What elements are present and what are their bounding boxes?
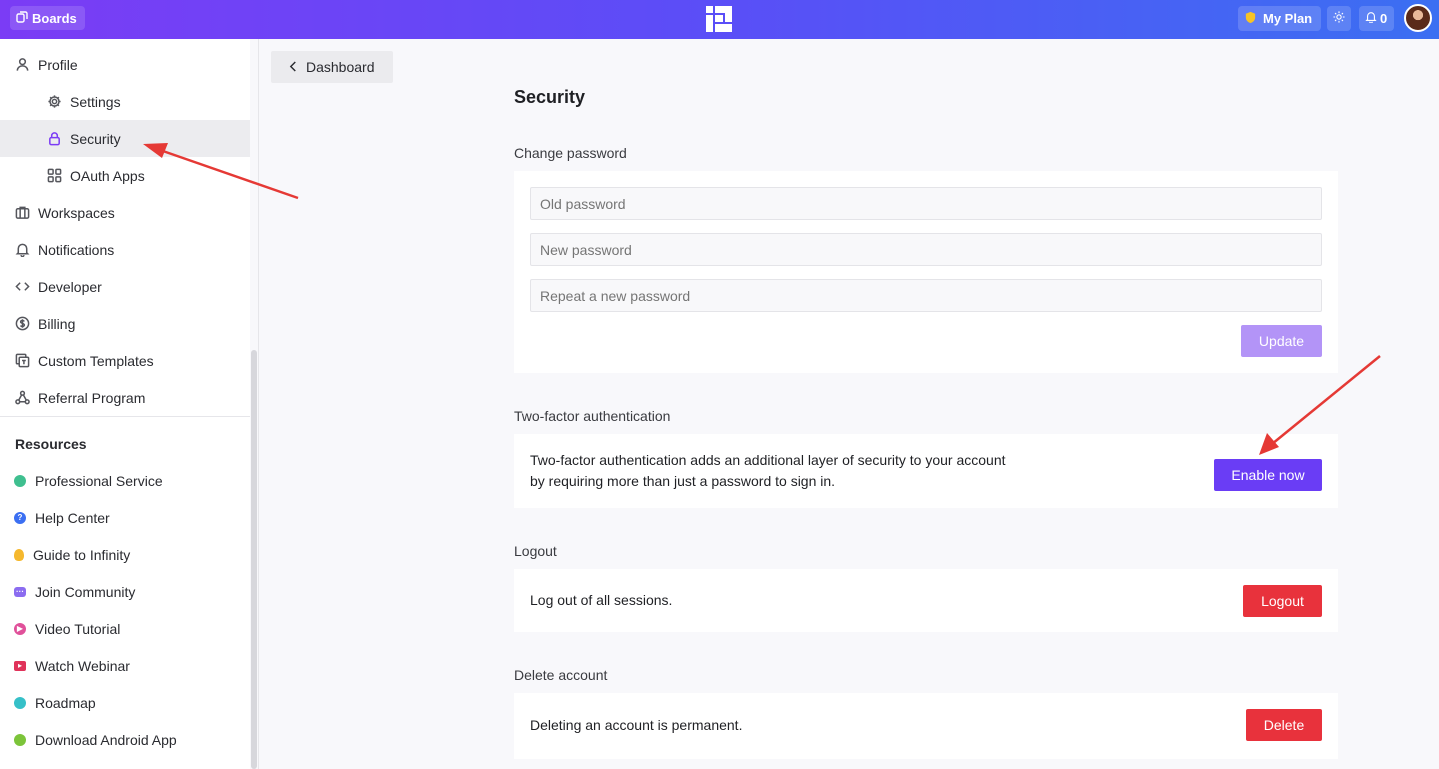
sidebar-item-referral-program[interactable]: Referral Program <box>0 379 250 416</box>
resource-label: Join Community <box>35 583 136 600</box>
bell-icon <box>14 242 30 258</box>
resource-watch-webinar[interactable]: ▸ Watch Webinar <box>14 647 130 684</box>
sidebar-item-label: Security <box>70 130 121 147</box>
repeat-password-input[interactable] <box>530 279 1322 312</box>
sidebar-item-settings[interactable]: Settings <box>0 83 250 120</box>
boards-label: Boards <box>32 10 77 26</box>
community-chat-icon: ··· <box>14 586 26 597</box>
user-avatar[interactable] <box>1404 4 1432 32</box>
my-plan-button[interactable]: My Plan <box>1238 6 1322 31</box>
sidebar-item-security[interactable]: Security <box>0 120 250 157</box>
webinar-icon: ▸ <box>14 660 26 671</box>
sidebar-item-label: Settings <box>70 93 121 110</box>
logout-description: Log out of all sessions. <box>530 592 673 608</box>
logout-label: Logout <box>514 543 557 559</box>
boards-button[interactable]: Boards <box>10 6 85 30</box>
delete-account-card: Deleting an account is permanent. Delete <box>514 693 1338 759</box>
delete-account-button[interactable]: Delete <box>1246 709 1322 741</box>
theme-toggle-button[interactable] <box>1327 6 1351 31</box>
resource-label: Video Tutorial <box>35 620 121 637</box>
notifications-button[interactable]: 0 <box>1359 6 1395 31</box>
sidebar-item-billing[interactable]: Billing <box>0 305 250 342</box>
page-title: Security <box>514 87 586 107</box>
back-button-label: Dashboard <box>306 59 375 75</box>
two-factor-line-1: Two-factor authentication adds an additi… <box>530 452 1006 468</box>
app-logo-icon[interactable] <box>705 5 733 33</box>
sidebar-divider <box>0 416 250 417</box>
update-button[interactable]: Update <box>1241 325 1322 357</box>
sidebar-item-developer[interactable]: Developer <box>0 268 250 305</box>
logout-card: Log out of all sessions. Logout <box>514 569 1338 632</box>
sidebar-item-label: Billing <box>38 315 76 332</box>
notification-count: 0 <box>1380 11 1388 26</box>
sidebar-item-workspaces[interactable]: Workspaces <box>0 194 250 231</box>
change-password-card: Update <box>514 171 1338 373</box>
resource-label: Download Android App <box>35 731 177 748</box>
back-to-dashboard-button[interactable]: Dashboard <box>271 51 393 83</box>
resource-label: Help Center <box>35 509 110 526</box>
play-icon: ▶ <box>14 622 26 635</box>
two-factor-label: Two-factor authentication <box>514 408 671 424</box>
sidebar: Profile Settings Security OAuth Apps Wor… <box>0 39 250 769</box>
template-icon <box>14 353 30 369</box>
sidebar-item-label: Notifications <box>38 241 115 258</box>
user-icon <box>14 57 30 73</box>
chat-bubble-icon <box>14 474 26 487</box>
logout-button[interactable]: Logout <box>1243 585 1322 617</box>
resource-label: Professional Service <box>35 472 163 489</box>
sidebar-item-label: Workspaces <box>38 204 115 221</box>
delete-account-label: Delete account <box>514 667 608 683</box>
boards-icon <box>16 10 28 26</box>
sidebar-border <box>258 39 259 769</box>
resource-label: Watch Webinar <box>35 657 130 674</box>
resource-download-android-app[interactable]: Download Android App <box>14 721 177 758</box>
resource-label: Guide to Infinity <box>33 546 131 563</box>
bell-icon <box>1365 11 1377 26</box>
sidebar-item-profile[interactable]: Profile <box>0 46 250 83</box>
sidebar-item-custom-templates[interactable]: Custom Templates <box>0 342 250 379</box>
enable-2fa-button[interactable]: Enable now <box>1214 459 1322 491</box>
two-factor-description: Two-factor authentication adds an additi… <box>530 450 1006 492</box>
shield-icon <box>1244 11 1257 27</box>
sidebar-item-label: Developer <box>38 278 102 295</box>
resource-professional-service[interactable]: Professional Service <box>14 462 163 499</box>
android-icon <box>14 733 26 746</box>
resources-title: Resources <box>15 436 87 452</box>
resource-label: Roadmap <box>35 694 96 711</box>
referral-icon <box>14 390 30 406</box>
code-icon <box>14 279 30 295</box>
sidebar-item-label: Profile <box>38 56 78 73</box>
two-factor-line-2: by requiring more than just a password t… <box>530 473 836 489</box>
change-password-label: Change password <box>514 145 627 161</box>
chevron-left-icon <box>289 59 298 75</box>
sidebar-item-label: Referral Program <box>38 389 146 406</box>
lightbulb-icon <box>14 548 24 561</box>
two-factor-card: Two-factor authentication adds an additi… <box>514 434 1338 508</box>
top-bar: Boards My Plan 0 <box>0 0 1439 39</box>
gear-icon <box>46 94 62 110</box>
delete-account-description: Deleting an account is permanent. <box>530 717 743 733</box>
resource-video-tutorial[interactable]: ▶ Video Tutorial <box>14 610 120 647</box>
grid-icon <box>46 168 62 184</box>
briefcase-icon <box>14 205 30 221</box>
resource-roadmap[interactable]: Roadmap <box>14 684 96 721</box>
my-plan-label: My Plan <box>1263 11 1313 26</box>
sidebar-item-oauth-apps[interactable]: OAuth Apps <box>0 157 250 194</box>
sidebar-item-label: OAuth Apps <box>70 167 145 184</box>
sidebar-scrollbar[interactable] <box>251 350 257 769</box>
resource-guide-to-infinity[interactable]: Guide to Infinity <box>14 536 130 573</box>
question-icon: ? <box>14 511 26 524</box>
resource-help-center[interactable]: ? Help Center <box>14 499 110 536</box>
resource-join-community[interactable]: ··· Join Community <box>14 573 135 610</box>
sidebar-item-notifications[interactable]: Notifications <box>0 231 250 268</box>
sidebar-item-label: Custom Templates <box>38 352 154 369</box>
new-password-input[interactable] <box>530 233 1322 266</box>
roadmap-icon <box>14 696 26 709</box>
old-password-input[interactable] <box>530 187 1322 220</box>
sun-icon <box>1333 10 1345 28</box>
dollar-icon <box>14 316 30 332</box>
lock-icon <box>46 131 62 147</box>
